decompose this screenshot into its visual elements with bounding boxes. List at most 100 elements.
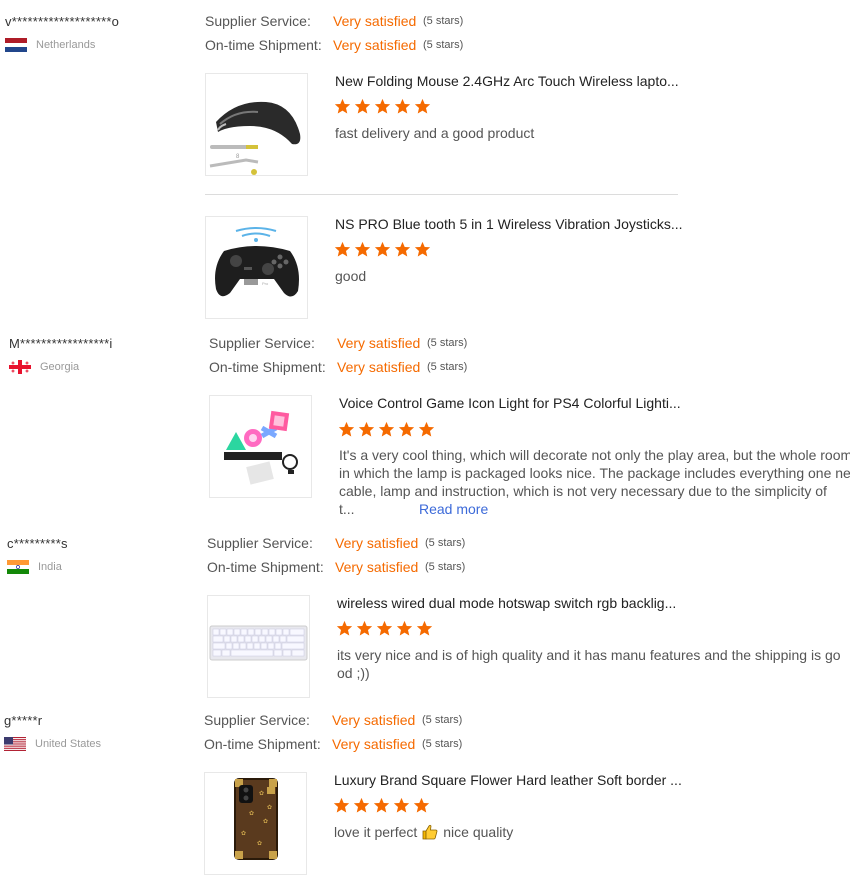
review-text-part: nice quality: [443, 824, 514, 840]
product-image-keyboard[interactable]: [207, 595, 310, 698]
star-icon: [333, 797, 350, 814]
reviewer-country: Georgia: [9, 360, 113, 374]
svg-text:✿: ✿: [249, 810, 254, 817]
star-icon: [393, 797, 410, 814]
star-icon: [418, 421, 435, 438]
star-icon: [336, 620, 353, 637]
review-line: od ;)): [337, 665, 370, 681]
read-more-link[interactable]: Read more: [419, 501, 488, 517]
product-title[interactable]: New Folding Mouse 2.4GHz Arc Touch Wirel…: [335, 73, 679, 89]
star-icon: [398, 421, 415, 438]
reviewer-4: g*****r United States: [4, 713, 101, 751]
shipment-value: Very satisfied: [333, 37, 417, 53]
star-icon: [356, 620, 373, 637]
product-image-controller[interactable]: Pro: [205, 216, 308, 319]
product-title[interactable]: NS PRO Blue tooth 5 in 1 Wireless Vibrat…: [335, 216, 683, 232]
star-icon: [338, 421, 355, 438]
supplier-service-value: Very satisfied: [333, 13, 417, 29]
supplier-service-stars: (5 stars): [425, 537, 466, 549]
star-icon: [354, 98, 371, 115]
thumbs-up-icon: [422, 824, 438, 840]
review-line: cable, lamp and instruction, which is no…: [339, 483, 827, 499]
star-icon: [416, 620, 433, 637]
supplier-service-label: Supplier Service:: [209, 335, 315, 351]
review-text-part: love it perfect: [334, 824, 418, 840]
supplier-service-label: Supplier Service:: [205, 13, 311, 29]
supplier-service-stars: (5 stars): [423, 15, 464, 27]
shipment-rating: On-time Shipment: Very satisfied (5 star…: [205, 37, 463, 53]
review-line: t...: [339, 501, 355, 517]
country-name: Georgia: [40, 361, 80, 373]
star-icon: [414, 98, 431, 115]
shipment-label: On-time Shipment:: [207, 559, 324, 575]
review-line: its very nice and is of high quality and…: [337, 647, 841, 663]
star-icon: [394, 98, 411, 115]
reviewer-name: c*********s: [7, 536, 68, 551]
product-title[interactable]: Luxury Brand Square Flower Hard leather …: [334, 772, 682, 788]
svg-text:8: 8: [236, 154, 240, 160]
reviewer-name: g*****r: [4, 713, 43, 728]
shipment-rating: On-time Shipment: Very satisfied (5 star…: [204, 736, 462, 752]
georgia-flag-icon: [9, 360, 31, 374]
review-text: love it perfect nice quality: [334, 823, 513, 841]
review-text: It's a very cool thing, which will decor…: [339, 446, 850, 518]
shipment-stars: (5 stars): [425, 561, 466, 573]
review-text: fast delivery and a good product: [335, 125, 535, 141]
supplier-service-label: Supplier Service:: [207, 535, 313, 551]
shipment-rating: On-time Shipment: Very satisfied (5 star…: [209, 359, 467, 375]
supplier-service-value: Very satisfied: [337, 335, 421, 351]
supplier-service-stars: (5 stars): [422, 714, 463, 726]
usa-flag-icon: [4, 737, 26, 751]
star-icon: [334, 98, 351, 115]
supplier-service-stars: (5 stars): [427, 337, 468, 349]
svg-text:✿: ✿: [267, 804, 272, 811]
india-flag-icon: [7, 560, 29, 574]
shipment-stars: (5 stars): [427, 361, 468, 373]
review-rating-stars: [338, 421, 435, 438]
country-name: Netherlands: [36, 39, 96, 51]
divider: [205, 194, 678, 195]
shipment-label: On-time Shipment:: [204, 736, 321, 752]
review-rating-stars: [336, 620, 433, 637]
country-name: India: [38, 561, 62, 573]
star-icon: [354, 241, 371, 258]
star-icon: [394, 241, 411, 258]
star-icon: [414, 241, 431, 258]
star-icon: [378, 421, 395, 438]
supplier-service-rating: Supplier Service: Very satisfied (5 star…: [209, 335, 467, 351]
netherlands-flag-icon: [5, 38, 27, 52]
supplier-service-value: Very satisfied: [332, 712, 416, 728]
shipment-label: On-time Shipment:: [209, 359, 326, 375]
review-rating-stars: [333, 797, 430, 814]
supplier-service-value: Very satisfied: [335, 535, 419, 551]
star-icon: [374, 241, 391, 258]
shipment-value: Very satisfied: [335, 559, 419, 575]
reviewer-1: v*******************o Netherlands: [5, 14, 119, 52]
shipment-rating: On-time Shipment: Very satisfied (5 star…: [207, 559, 465, 575]
shipment-value: Very satisfied: [337, 359, 421, 375]
star-icon: [353, 797, 370, 814]
star-icon: [374, 98, 391, 115]
product-title[interactable]: wireless wired dual mode hotswap switch …: [337, 595, 676, 611]
product-image-mouse[interactable]: 8: [205, 73, 308, 176]
svg-text:✿: ✿: [259, 790, 264, 797]
star-icon: [334, 241, 351, 258]
reviewer-name: v*******************o: [5, 14, 120, 29]
product-image-game-icon-light[interactable]: [209, 395, 312, 498]
review-line: in which the lamp is packaged looks nice…: [339, 465, 850, 481]
review-text: good: [335, 268, 367, 284]
shipment-stars: (5 stars): [422, 738, 463, 750]
reviewer-country: United States: [4, 737, 101, 751]
product-title[interactable]: Voice Control Game Icon Light for PS4 Co…: [339, 395, 681, 411]
reviewer-country: India: [7, 560, 68, 574]
supplier-service-rating: Supplier Service: Very satisfied (5 star…: [205, 13, 463, 29]
svg-text:✿: ✿: [241, 830, 246, 837]
supplier-service-rating: Supplier Service: Very satisfied (5 star…: [207, 535, 465, 551]
star-icon: [413, 797, 430, 814]
country-name: United States: [35, 738, 102, 750]
shipment-value: Very satisfied: [332, 736, 416, 752]
shipment-label: On-time Shipment:: [205, 37, 322, 53]
product-image-phone-case[interactable]: ✿ ✿ ✿ ✿ ✿ ✿: [204, 772, 307, 875]
review-line: It's a very cool thing, which will decor…: [339, 447, 850, 463]
star-icon: [396, 620, 413, 637]
